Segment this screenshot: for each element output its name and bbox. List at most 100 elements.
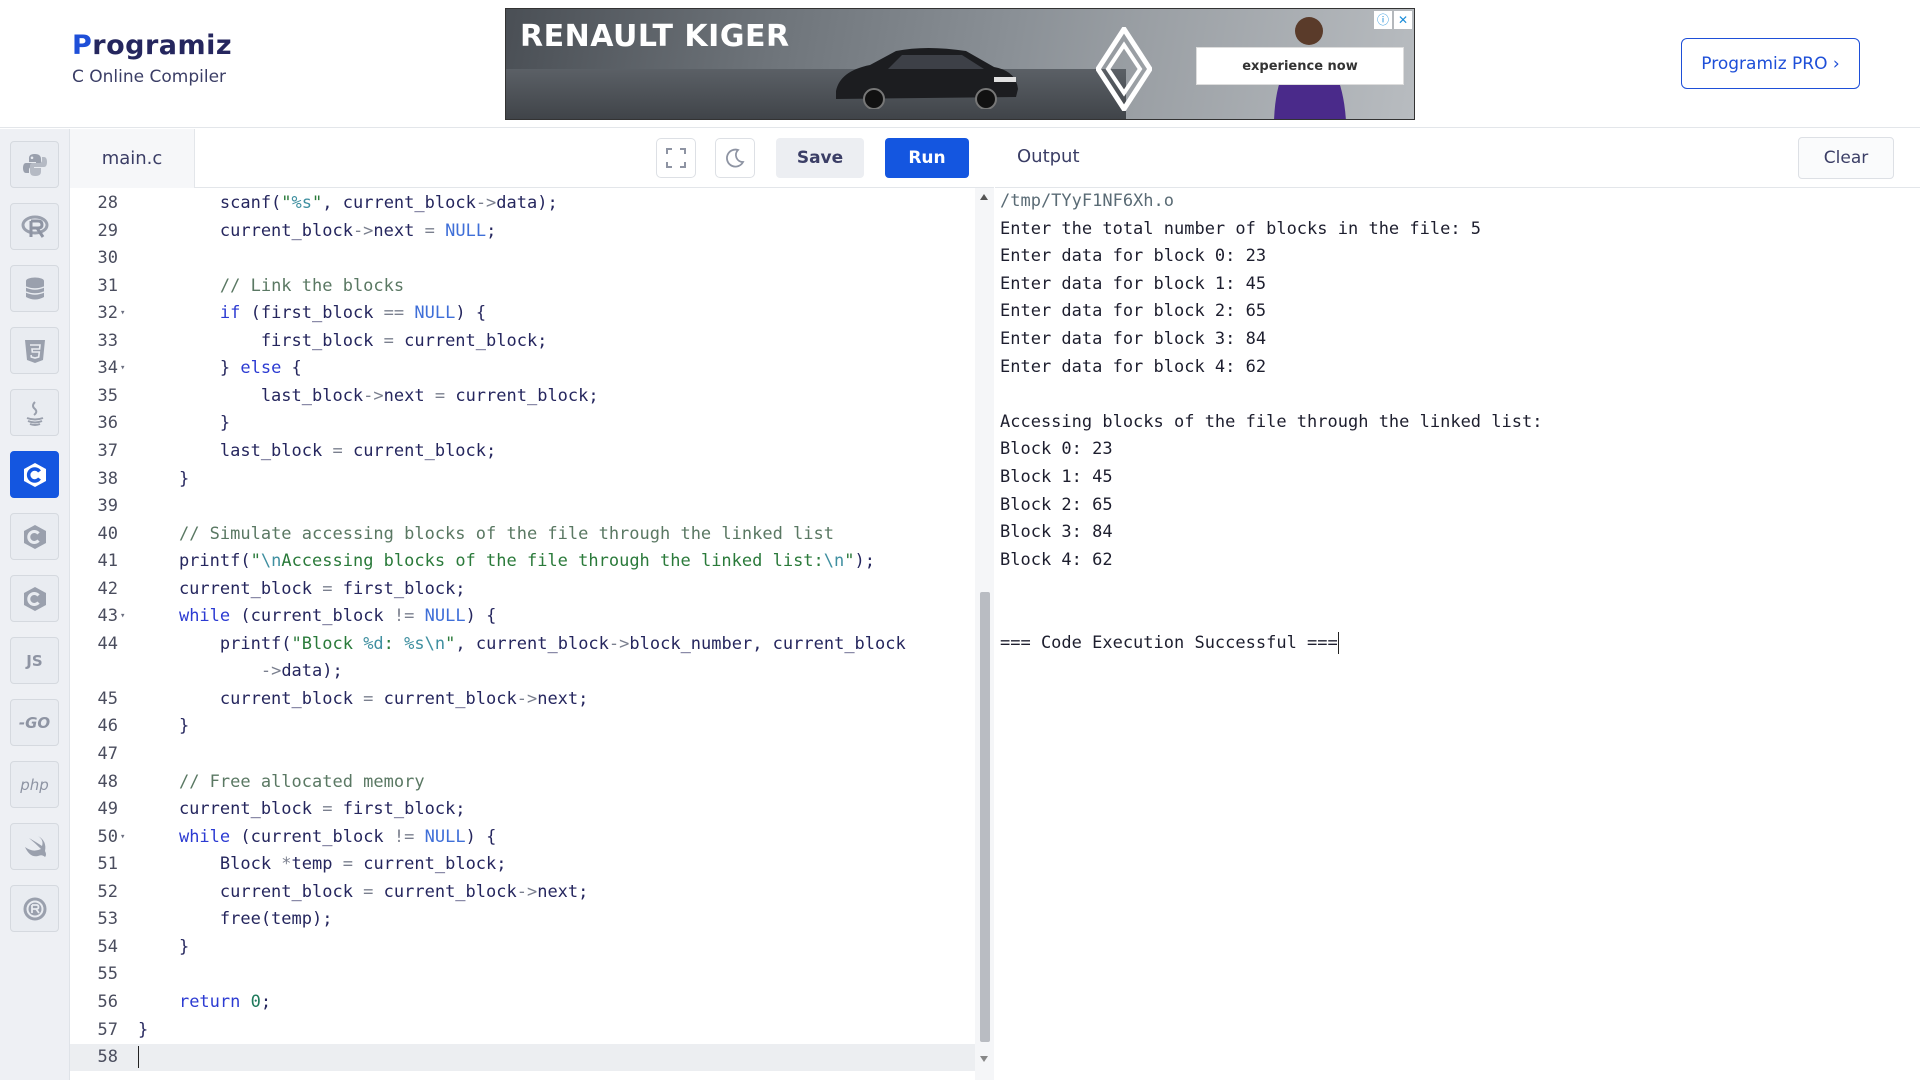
code-text: // Free allocated memory: [178, 771, 425, 792]
code-line[interactable]: 53 free(temp);: [70, 906, 975, 933]
code-line[interactable]: 57}: [70, 1017, 975, 1044]
output-line: Block 1: 45: [1000, 466, 1113, 487]
code-text: printf("\nAccessing blocks of the file t…: [138, 551, 875, 572]
line-number: 32: [97, 303, 118, 324]
editor-scrollbar[interactable]: [975, 188, 994, 1080]
code-editor-pane: main.c Save Run 28 scanf("%s", current_b…: [70, 129, 994, 1080]
code-line[interactable]: 39: [70, 493, 975, 520]
code-line[interactable]: 51 Block *temp = current_block;: [70, 851, 975, 878]
line-number: 42: [97, 578, 118, 599]
fullscreen-icon[interactable]: [656, 138, 696, 178]
code-text: first_block = current_block;: [138, 330, 548, 351]
code-line[interactable]: 37 last_block = current_block;: [70, 438, 975, 465]
fold-toggle-icon[interactable]: ▾: [120, 603, 125, 630]
fold-toggle-icon[interactable]: ▾: [120, 824, 125, 851]
scroll-down-arrow-icon[interactable]: [980, 1056, 988, 1062]
programiz-pro-button[interactable]: Programiz PRO ›: [1681, 38, 1860, 89]
programiz-logo[interactable]: Programiz C Online Compiler: [72, 30, 232, 87]
code-text: }: [138, 413, 231, 434]
code-line[interactable]: 31 // Link the blocks: [70, 273, 975, 300]
r-icon[interactable]: [10, 203, 59, 250]
output-line: Block 4: 62: [1000, 549, 1113, 570]
cpp-icon[interactable]: [10, 513, 59, 560]
swift-icon[interactable]: [10, 823, 59, 870]
code-text: }: [138, 716, 190, 737]
csharp-icon[interactable]: [10, 575, 59, 622]
go-icon[interactable]: -GO: [10, 699, 59, 746]
fold-toggle-icon[interactable]: ▾: [120, 355, 125, 382]
dark-mode-moon-icon[interactable]: [715, 138, 755, 178]
code-line[interactable]: 50 ▾ while (current_block != NULL) {: [70, 824, 975, 851]
info-icon[interactable]: ⓘ: [1374, 11, 1392, 29]
compiler-subtitle: C Online Compiler: [72, 67, 227, 87]
code-area[interactable]: 28 scanf("%s", current_block->data); 29 c…: [70, 188, 975, 1080]
code-line[interactable]: 40 // Simulate accessing blocks of the f…: [70, 521, 975, 548]
js-icon[interactable]: JS: [10, 637, 59, 684]
code-line[interactable]: 35 last_block->next = current_block;: [70, 383, 975, 410]
code-text: }: [138, 1019, 149, 1040]
code-line[interactable]: 33 first_block = current_block;: [70, 328, 975, 355]
code-text: free(temp);: [138, 909, 333, 930]
output-line: Block 2: 65: [1000, 494, 1113, 515]
rust-icon[interactable]: [10, 885, 59, 932]
output-console[interactable]: /tmp/TYyF1NF6Xh.o Enter the total number …: [1000, 188, 1900, 657]
code-line[interactable]: 32 ▾ if (first_block == NULL) {: [70, 300, 975, 327]
clear-button[interactable]: Clear: [1798, 137, 1894, 179]
code-line[interactable]: 56 return 0;: [70, 989, 975, 1016]
line-number: 44: [97, 633, 118, 654]
code-text: printf("Block %d: %s\n", current_block->…: [138, 633, 906, 654]
line-number: 33: [97, 330, 118, 351]
scrollbar-thumb[interactable]: [980, 592, 990, 1042]
text-cursor: [138, 1046, 139, 1069]
code-line[interactable]: 58: [70, 1044, 975, 1072]
code-line[interactable]: 34 ▾ } else {: [70, 355, 975, 382]
line-number: 56: [97, 991, 118, 1012]
code-line[interactable]: 43 ▾ while (current_block != NULL) {: [70, 603, 975, 630]
code-line[interactable]: 46 }: [70, 713, 975, 740]
advertisement-banner[interactable]: RENAULT KIGER experience now ⓘ ✕: [505, 8, 1415, 120]
code-line[interactable]: 47: [70, 741, 975, 768]
code-line[interactable]: ->data);: [70, 658, 975, 685]
code-line[interactable]: 38 }: [70, 466, 975, 493]
code-text: // Simulate accessing blocks of the file…: [178, 523, 834, 544]
php-icon[interactable]: php: [10, 761, 59, 808]
code-line[interactable]: 42 current_block = first_block;: [70, 576, 975, 603]
car-image: [836, 48, 1018, 109]
line-number: 54: [97, 936, 118, 957]
code-line[interactable]: 49 current_block = first_block;: [70, 796, 975, 823]
code-text: }: [138, 936, 190, 957]
html5-icon[interactable]: [10, 327, 59, 374]
code-line[interactable]: 55: [70, 961, 975, 988]
code-text: ->data);: [260, 661, 343, 682]
file-tab-main-c[interactable]: main.c: [70, 129, 195, 188]
code-text: }: [138, 468, 190, 489]
code-line[interactable]: 29 current_block->next = NULL;: [70, 218, 975, 245]
output-pane: Output Clear /tmp/TYyF1NF6Xh.o Enter the …: [995, 129, 1920, 1080]
code-line[interactable]: 52 current_block = current_block->next;: [70, 879, 975, 906]
database-icon[interactable]: [10, 265, 59, 312]
code-text: // Link the blocks: [219, 275, 405, 296]
code-line[interactable]: 48 // Free allocated memory: [70, 769, 975, 796]
close-icon[interactable]: ✕: [1394, 11, 1412, 29]
scroll-up-arrow-icon[interactable]: [980, 194, 988, 200]
line-number: 38: [97, 468, 118, 489]
code-text: current_block = first_block;: [138, 799, 466, 820]
code-text: [138, 1044, 139, 1071]
python-icon[interactable]: [10, 141, 59, 188]
code-line[interactable]: 45 current_block = current_block->next;: [70, 686, 975, 713]
fold-toggle-icon[interactable]: ▾: [120, 300, 125, 327]
java-icon[interactable]: [10, 389, 59, 436]
code-line[interactable]: 44 printf("Block %d: %s\n", current_bloc…: [70, 631, 975, 658]
code-line[interactable]: 30: [70, 245, 975, 272]
run-button[interactable]: Run: [885, 138, 969, 178]
code-line[interactable]: 41 printf("\nAccessing blocks of the fil…: [70, 548, 975, 575]
output-line: Enter the total number of blocks in the …: [1000, 218, 1482, 239]
c-icon[interactable]: [10, 451, 59, 498]
code-line[interactable]: 28 scanf("%s", current_block->data);: [70, 190, 975, 217]
ad-cta-button[interactable]: experience now: [1196, 47, 1404, 85]
code-line[interactable]: 36 }: [70, 410, 975, 437]
code-line[interactable]: 54 }: [70, 934, 975, 961]
save-button[interactable]: Save: [776, 138, 864, 178]
